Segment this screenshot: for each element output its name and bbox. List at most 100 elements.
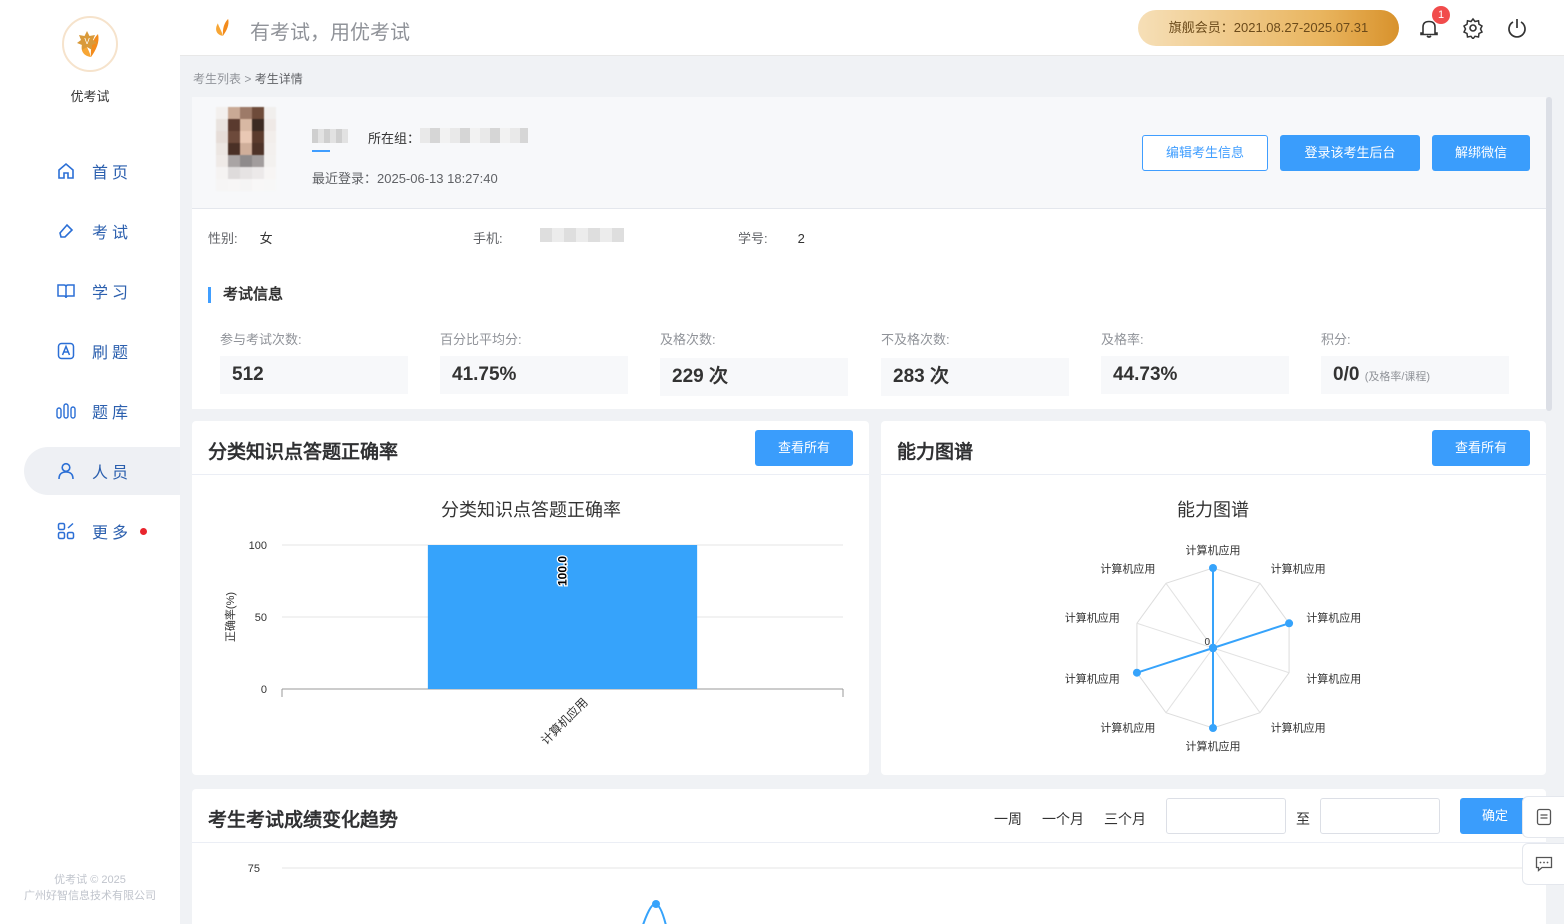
radar-point: [1209, 564, 1217, 572]
radar-axis-label: 计算机应用: [1306, 671, 1361, 685]
student-id-value: 2: [797, 231, 805, 246]
stat-label: 百分比平均分:: [440, 332, 522, 347]
home-icon: [56, 161, 76, 181]
nav-item-people[interactable]: 人员: [24, 447, 180, 495]
gender-label: 性别:: [208, 231, 238, 246]
unbind-wechat-button[interactable]: 解绑微信: [1432, 135, 1530, 171]
stat-label: 参与考试次数:: [220, 332, 302, 347]
radar-spoke: [1212, 582, 1261, 649]
nav-label: 刷题: [92, 345, 133, 362]
nav-label: 题库: [92, 405, 133, 422]
panel-title: 考生考试成绩变化趋势: [208, 810, 399, 831]
range-week[interactable]: 一周: [994, 809, 1022, 829]
student-id-label: 学号:: [738, 231, 768, 246]
name-underline: [312, 150, 330, 152]
company-name: 广州好智信息技术有限公司: [24, 890, 156, 902]
student-info: 性别: 女 手机: 学号: 2 考试信息 参与考试次数: 512 百分比平均分: 4…: [192, 209, 1546, 409]
nav-item-more[interactable]: 更多: [24, 507, 180, 555]
svg-text:V: V: [84, 37, 90, 46]
confirm-button[interactable]: 确定: [1460, 798, 1530, 834]
nav-label: 更多: [92, 525, 133, 542]
nav-label: 学习: [92, 285, 133, 302]
radar-point: [1285, 619, 1294, 628]
accuracy-panel: 分类知识点答题正确率 查看所有 分类知识点答题正确率 0 50 100 正确率(%) 10…: [192, 421, 869, 775]
chat-icon: [1535, 856, 1553, 872]
chat-float-button[interactable]: [1522, 843, 1564, 885]
app-name: 优考试: [70, 89, 110, 104]
stat-pass-rate: 及格率: 44.73%: [1101, 329, 1289, 394]
copyright: 优考试 © 2025 广州好智信息技术有限公司: [0, 872, 180, 904]
radar-axis-label: 计算机应用: [1065, 671, 1120, 685]
phone-label: 手机:: [473, 231, 503, 246]
trend-point: [652, 900, 660, 908]
radar-axis-label: 计算机应用: [1271, 720, 1326, 734]
radar-spoke: [1165, 647, 1214, 714]
range-month[interactable]: 一个月: [1042, 809, 1084, 829]
user-icon: [56, 461, 76, 481]
membership-badge[interactable]: 旗舰会员：2021.08.27-2025.07.31: [1138, 10, 1399, 46]
nav-item-study[interactable]: 学习: [24, 267, 180, 315]
view-all-button[interactable]: 查看所有: [1432, 430, 1530, 466]
date-to-label: 至: [1296, 811, 1310, 827]
start-date-input[interactable]: [1166, 798, 1286, 834]
radar-point: [1209, 724, 1217, 732]
group-label: 所在组：: [368, 131, 421, 146]
small-logo-icon: [216, 18, 229, 36]
radar-spoke: [1136, 622, 1214, 649]
stat-value: 44.73%: [1113, 364, 1178, 385]
radar-axis-label: 计算机应用: [1186, 543, 1241, 557]
student-id-field: 学号: 2: [738, 228, 805, 247]
slogan: 有考试，用优考试: [250, 22, 410, 44]
breadcrumb-parent[interactable]: 考生列表: [193, 72, 241, 86]
letter-a-icon: [56, 341, 76, 361]
range-three-months[interactable]: 三个月: [1104, 809, 1146, 829]
stat-average-score: 百分比平均分: 41.75%: [440, 329, 628, 394]
nav-item-practice[interactable]: 刷题: [24, 327, 180, 375]
nav-item-exam[interactable]: 考试: [24, 207, 180, 255]
breadcrumb-separator: >: [244, 72, 252, 86]
radar-point: [1132, 668, 1141, 677]
edit-student-button[interactable]: 编辑考生信息: [1142, 135, 1268, 171]
login-student-backend-button[interactable]: 登录该考生后台: [1280, 135, 1420, 171]
radar-point: [1209, 644, 1217, 652]
y-axis-label: 正确率(%): [223, 592, 237, 642]
notification-count: 1: [1432, 6, 1450, 24]
stat-fail-count: 不及格次数: 283 次: [881, 329, 1069, 396]
y-tick-label: 75: [248, 863, 260, 875]
power-icon[interactable]: [1506, 17, 1528, 39]
view-all-button[interactable]: 查看所有: [755, 430, 853, 466]
stat-label: 不及格次数:: [881, 332, 950, 347]
book-icon: [56, 281, 76, 301]
end-date-input[interactable]: [1320, 798, 1440, 834]
nav-item-question-bank[interactable]: 题库: [24, 387, 180, 435]
copyright-line: 优考试 © 2025: [54, 874, 126, 886]
ability-radar-chart: 能力图谱计算机应用计算机应用计算机应用计算机应用计算机应用计算机应用计算机应用计…: [1065, 500, 1361, 753]
app-logo[interactable]: V: [62, 16, 118, 72]
y-tick-label: 0: [261, 684, 267, 696]
gear-icon[interactable]: [1462, 17, 1484, 39]
nav-item-home[interactable]: 首页: [24, 147, 180, 195]
trend-panel: 考生考试成绩变化趋势 一周 一个月 三个月 至 确定 75: [192, 789, 1546, 924]
breadcrumb: 考生列表 > 考生详情: [193, 70, 303, 87]
breadcrumb-current: 考生详情: [254, 72, 303, 86]
y-tick-label: 100: [249, 540, 267, 552]
radar-spoke: [1212, 647, 1261, 714]
bar-value-label: 100.0: [556, 556, 570, 586]
scrollbar[interactable]: [1546, 97, 1552, 411]
document-float-button[interactable]: [1522, 796, 1564, 838]
chart-title: 分类知识点答题正确率: [441, 500, 621, 520]
panel-title: 分类知识点答题正确率: [208, 442, 399, 463]
stat-label: 及格率:: [1101, 332, 1144, 347]
grid-icon: [56, 521, 76, 541]
gender-value: 女: [259, 231, 273, 246]
gender-field: 性别: 女: [208, 228, 273, 247]
nav-label: 人员: [92, 465, 133, 482]
stat-label: 及格次数:: [660, 332, 716, 347]
y-tick-label: 50: [255, 612, 267, 624]
stat-value: 41.75%: [452, 364, 517, 385]
document-icon: [1536, 808, 1552, 826]
student-name-redacted: [312, 129, 348, 143]
phone-field: 手机:: [473, 228, 503, 247]
stat-exam-count: 参与考试次数: 512: [220, 329, 408, 394]
eraser-icon: [56, 221, 76, 241]
